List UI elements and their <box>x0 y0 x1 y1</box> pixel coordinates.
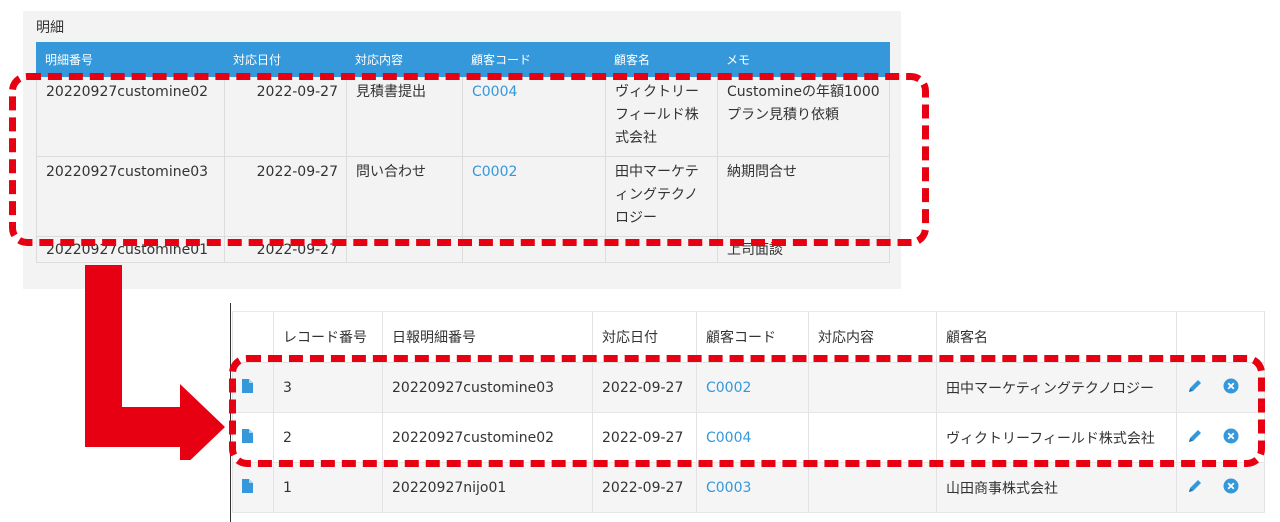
pencil-icon[interactable] <box>1186 477 1204 499</box>
customer-code-link[interactable]: C0003 <box>706 480 751 496</box>
table-row: 1 20220927nijo01 2022-09-27 C0003 山田商事株式… <box>232 462 1265 513</box>
cell-detail-no: 20220927nijo01 <box>382 462 593 513</box>
flow-arrow-icon <box>85 265 225 460</box>
cell-content <box>808 462 937 513</box>
cell-customer-name: 山田商事株式会社 <box>936 462 1177 513</box>
col-header-content: 対応内容 <box>346 42 463 77</box>
cell-date: 2022-09-27 <box>592 462 697 513</box>
row-actions <box>1176 462 1265 513</box>
view-record-cell <box>232 462 274 513</box>
document-icon[interactable] <box>242 478 253 493</box>
highlight-box-list <box>229 355 1265 467</box>
cell-customer-code: C0003 <box>696 462 809 513</box>
close-circle-icon[interactable] <box>1223 478 1239 498</box>
col-header-customer-code: 顧客コード <box>462 42 606 77</box>
col-header-memo: メモ <box>717 42 890 77</box>
cell-record-no: 1 <box>273 462 383 513</box>
col-header-customer-name: 顧客名 <box>605 42 718 77</box>
